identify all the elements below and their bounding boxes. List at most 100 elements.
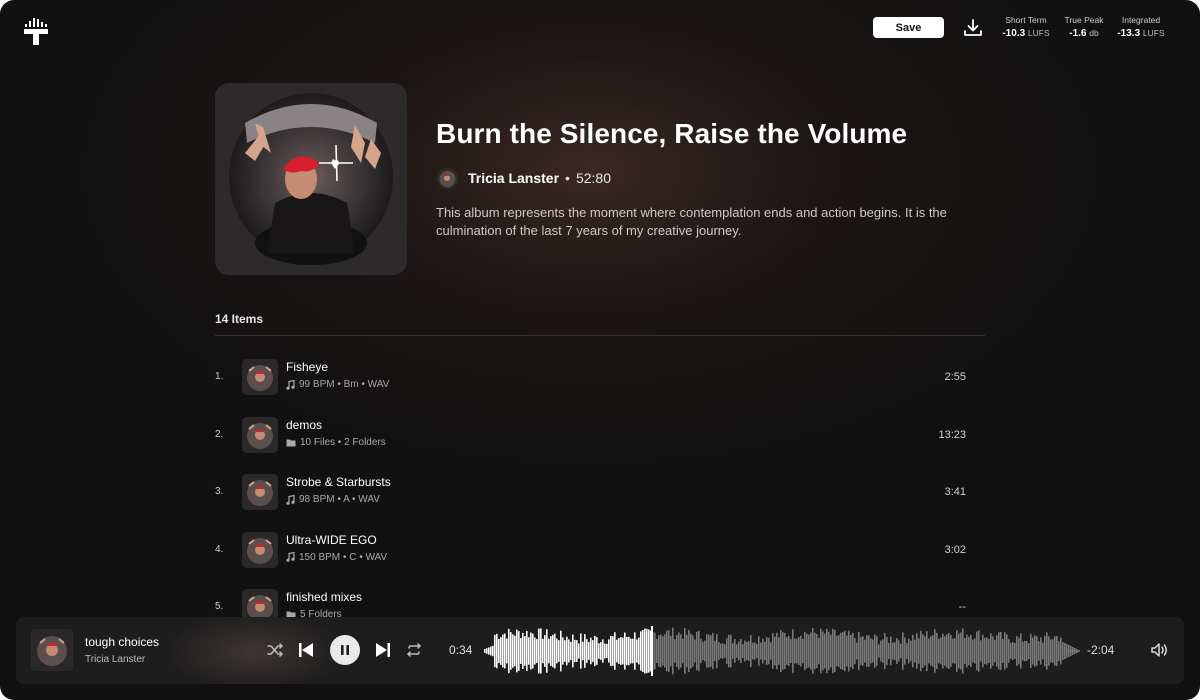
waveform-bar — [510, 632, 512, 670]
waveform-bar — [872, 639, 874, 663]
track-row[interactable]: 3. Strobe & Starbursts 98 BPM • A • WAV 3:4… — [215, 472, 985, 512]
waveform-bar — [1038, 641, 1040, 661]
waveform-bar — [884, 633, 886, 669]
waveform-bar — [1034, 635, 1036, 667]
waveform-bar — [866, 635, 868, 667]
waveform-bar — [824, 633, 826, 669]
waveform-bar — [812, 628, 814, 674]
track-row[interactable]: 4. Ultra-WIDE EGO 150 BPM • C • WAV 3:02 — [215, 530, 985, 570]
waveform-bar — [524, 636, 526, 666]
waveform-bar — [570, 641, 572, 661]
waveform-bar — [906, 643, 908, 659]
track-title[interactable]: finished mixes — [286, 590, 362, 604]
waveform-bar — [844, 630, 846, 672]
waveform-bar — [936, 633, 938, 669]
playhead[interactable] — [651, 626, 653, 676]
waveform-bar — [764, 641, 766, 661]
waveform-bar — [838, 635, 840, 667]
waveform-bar — [776, 632, 778, 670]
player-artwork — [31, 629, 73, 671]
waveform-bar — [710, 635, 712, 667]
artist-name[interactable]: Tricia Lanster — [468, 170, 559, 186]
previous-icon[interactable] — [298, 642, 314, 658]
waveform-bar — [622, 637, 624, 665]
waveform-bar — [630, 638, 632, 664]
waveform-bar — [916, 633, 918, 669]
waveform-bar — [712, 632, 714, 670]
waveform-bar — [790, 639, 792, 663]
waveform-bar — [1058, 641, 1060, 661]
waveform-bar — [870, 638, 872, 664]
waveform-bar — [834, 629, 836, 673]
waveform-bar — [658, 635, 660, 667]
waveform-bar — [680, 634, 682, 668]
waveform-bar — [572, 634, 574, 668]
waveform-bar — [788, 635, 790, 667]
waveform-bar — [488, 647, 490, 655]
track-row[interactable]: 2. demos 10 Files • 2 Folders 13:23 — [215, 415, 985, 455]
shuffle-icon[interactable] — [267, 643, 283, 657]
track-artwork — [242, 416, 278, 453]
waveform-bar — [546, 629, 548, 673]
track-meta-text: 99 BPM • Bm • WAV — [299, 379, 390, 390]
track-row[interactable]: 1. Fisheye 99 BPM • Bm • WAV 2:55 — [215, 357, 985, 397]
waveform-bar — [904, 637, 906, 665]
waveform-bar — [654, 632, 656, 670]
waveform-bar — [932, 635, 934, 667]
track-title[interactable]: Ultra-WIDE EGO — [286, 533, 377, 547]
waveform-bar — [558, 640, 560, 662]
waveform-bar — [674, 639, 676, 663]
waveform-bar — [566, 636, 568, 666]
artist-avatar[interactable] — [437, 167, 458, 189]
waveform-bar — [860, 637, 862, 665]
waveform-bar — [960, 632, 962, 670]
waveform-bar — [486, 648, 488, 654]
pause-button[interactable] — [330, 635, 360, 665]
waveform-bar — [666, 630, 668, 672]
download-icon[interactable] — [962, 17, 984, 39]
track-title[interactable]: Strobe & Starbursts — [286, 475, 391, 489]
waveform-bar — [814, 632, 816, 670]
separator: • — [565, 170, 570, 186]
player-track-title[interactable]: tough choices — [85, 635, 159, 649]
waveform-bar — [718, 642, 720, 660]
waveform-bar — [696, 631, 698, 671]
waveform-bar — [562, 637, 564, 665]
waveform-bar — [742, 644, 744, 658]
track-meta-text: 98 BPM • A • WAV — [299, 494, 380, 505]
waveform-bar — [576, 640, 578, 662]
track-number: 1. — [215, 371, 224, 382]
waveform-bar — [762, 638, 764, 664]
waveform-bar — [554, 633, 556, 669]
player-track-artist[interactable]: Tricia Lanster — [85, 654, 145, 665]
waveform-bar — [830, 634, 832, 668]
waveform-bar — [512, 634, 514, 668]
waveform-bar — [586, 639, 588, 663]
save-button[interactable]: Save — [873, 17, 944, 38]
waveform-bar — [608, 639, 610, 663]
waveform-bar — [568, 639, 570, 663]
volume-icon[interactable] — [1149, 640, 1169, 660]
repeat-icon[interactable] — [406, 643, 422, 657]
waveform-scrubber[interactable] — [484, 626, 1080, 676]
track-artwork — [242, 359, 278, 395]
waveform-bar — [594, 635, 596, 667]
track-title[interactable]: demos — [286, 418, 322, 432]
waveform-bar — [1030, 633, 1032, 669]
waveform-bar — [784, 632, 786, 670]
waveform-bar — [962, 628, 964, 674]
waveform-bar — [602, 639, 604, 663]
waveform-bar — [620, 637, 622, 665]
next-icon[interactable] — [375, 642, 391, 658]
waveform-bar — [750, 635, 752, 667]
waveform-bar — [1028, 643, 1030, 659]
track-title[interactable]: Fisheye — [286, 360, 328, 374]
waveform-bar — [504, 633, 506, 669]
waveform-bar — [744, 640, 746, 662]
waveform-bar — [506, 638, 508, 664]
waveform-bar — [828, 631, 830, 671]
waveform-bar — [976, 631, 978, 671]
waveform-bar — [584, 634, 586, 668]
waveform-bar — [1018, 637, 1020, 665]
waveform-bar — [1042, 642, 1044, 660]
